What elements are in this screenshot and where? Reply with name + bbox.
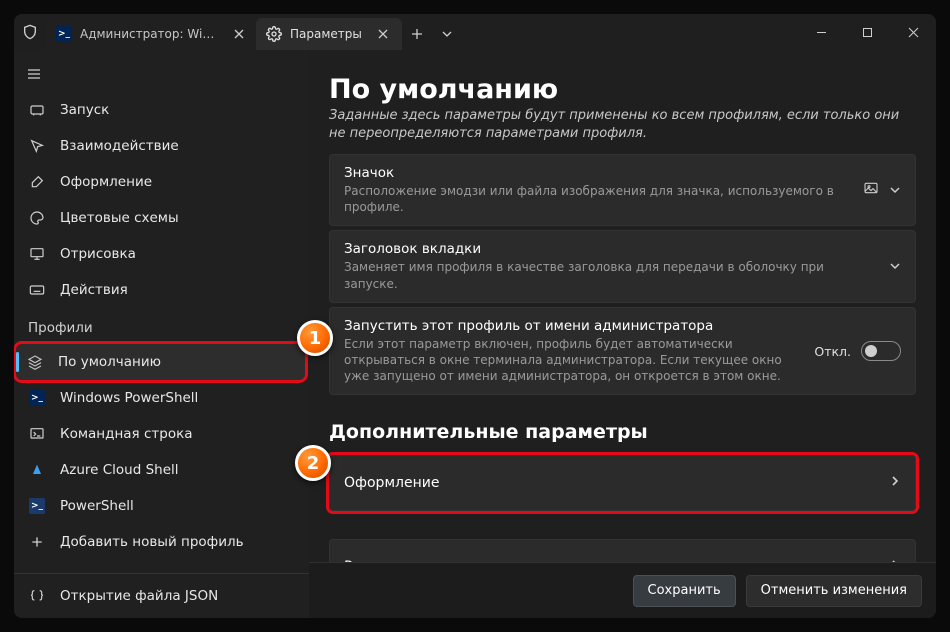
cursor-icon (28, 137, 46, 155)
row-label: Оформление (344, 475, 439, 491)
page-title: По умолчанию (329, 74, 916, 105)
brush-icon (28, 173, 46, 191)
sidebar-item-label: Добавить новый профиль (60, 534, 244, 550)
setting-title: Значок (344, 165, 851, 181)
sidebar-item-rendering[interactable]: Отрисовка (14, 236, 309, 272)
sidebar-profile-winps[interactable]: >_ Windows PowerShell (14, 380, 309, 416)
maximize-button[interactable] (844, 14, 890, 50)
setting-tab-title[interactable]: Заголовок вкладки Заменяет имя профиля в… (329, 230, 916, 302)
sidebar-item-label: Отрисовка (60, 246, 136, 262)
cmd-icon (28, 425, 46, 443)
keyboard-icon (28, 281, 46, 299)
image-icon (863, 180, 879, 200)
minimize-button[interactable] (798, 14, 844, 50)
chevron-down-icon (889, 257, 901, 276)
chevron-down-icon (889, 181, 901, 200)
tab-dropdown-button[interactable] (432, 19, 462, 49)
sidebar-item-actions[interactable]: Действия (14, 272, 309, 308)
setting-run-as-admin[interactable]: Запустить этот профиль от имени админист… (329, 307, 916, 396)
sidebar-profile-cmd[interactable]: Командная строка (14, 416, 309, 452)
sidebar-profile-defaults[interactable]: По умолчанию (16, 344, 305, 380)
sidebar-item-label: Действия (60, 282, 128, 298)
sidebar-item-appearance[interactable]: Оформление (14, 164, 309, 200)
braces-icon (28, 587, 46, 605)
sidebar-item-label: Открытие файла JSON (60, 588, 218, 604)
sidebar-item-label: Windows PowerShell (60, 390, 198, 406)
row-appearance[interactable]: Оформление (329, 455, 916, 511)
gear-icon (266, 26, 282, 42)
main-content: По умолчанию Заданные здесь параметры бу… (309, 50, 936, 618)
app-window: >_ Администратор: Windows Po Параметры (14, 14, 936, 618)
sidebar-item-label: Оформление (60, 174, 152, 190)
sidebar-item-label: PowerShell (60, 498, 134, 514)
tab-settings[interactable]: Параметры (256, 18, 402, 50)
sidebar-header-profiles: Профили (14, 312, 309, 344)
sidebar-profile-ps[interactable]: >_ PowerShell (14, 488, 309, 524)
sidebar-item-colorschemes[interactable]: Цветовые схемы (14, 200, 309, 236)
rocket-icon (28, 101, 46, 119)
app-body: Запуск Взаимодействие Оформление Цветовы… (14, 50, 936, 618)
setting-title: Запустить этот профиль от имени админист… (344, 318, 802, 334)
sidebar-item-label: Запуск (60, 102, 109, 118)
plus-icon (28, 533, 46, 551)
sidebar-profile-azure[interactable]: Azure Cloud Shell (14, 452, 309, 488)
row-advanced[interactable]: Расширенная (329, 539, 916, 562)
powershell-icon: >_ (28, 389, 46, 407)
sidebar-item-label: Azure Cloud Shell (60, 462, 179, 478)
tab-label: Параметры (290, 27, 362, 41)
setting-subtitle: Если этот параметр включен, профиль буде… (344, 336, 802, 385)
layers-icon (26, 353, 44, 371)
page-description: Заданные здесь параметры будут применены… (329, 107, 916, 142)
sidebar-item-label: Командная строка (60, 426, 193, 442)
tab-label: Администратор: Windows Po (80, 27, 220, 41)
sidebar-item-interaction[interactable]: Взаимодействие (14, 128, 309, 164)
tab-powershell[interactable]: >_ Администратор: Windows Po (46, 18, 256, 50)
close-window-button[interactable] (890, 14, 936, 50)
setting-title: Заголовок вкладки (344, 241, 877, 257)
new-tab-button[interactable] (402, 19, 432, 49)
annotation-1: 1 (297, 320, 333, 356)
sidebar-open-json[interactable]: Открытие файла JSON (14, 578, 309, 614)
footer-bar: Сохранить Отменить изменения (309, 562, 936, 618)
titlebar: >_ Администратор: Windows Po Параметры (14, 14, 936, 50)
sidebar-item-startup[interactable]: Запуск (14, 92, 309, 128)
sidebar-add-profile[interactable]: Добавить новый профиль (14, 524, 309, 560)
setting-icon[interactable]: Значок Расположение эмодзи или файла изо… (329, 154, 916, 226)
shield-icon (14, 24, 46, 40)
sidebar-item-label: По умолчанию (58, 354, 161, 370)
close-icon[interactable] (232, 25, 246, 43)
powershell-icon: >_ (28, 497, 46, 515)
annotation-2: 2 (295, 445, 331, 481)
chevron-right-icon (889, 475, 901, 491)
palette-icon (28, 209, 46, 227)
discard-button[interactable]: Отменить изменения (746, 575, 922, 607)
toggle-label: Откл. (814, 344, 851, 359)
save-button[interactable]: Сохранить (633, 575, 736, 607)
sidebar-item-label: Взаимодействие (60, 138, 179, 154)
hamburger-icon[interactable] (14, 56, 54, 92)
setting-subtitle: Заменяет имя профиля в качестве заголовк… (344, 259, 877, 291)
monitor-icon (28, 245, 46, 263)
setting-subtitle: Расположение эмодзи или файла изображени… (344, 183, 851, 215)
toggle-switch[interactable] (861, 341, 901, 361)
sidebar-item-label: Цветовые схемы (60, 210, 179, 226)
section-additional: Дополнительные параметры (329, 421, 916, 443)
sidebar: Запуск Взаимодействие Оформление Цветовы… (14, 50, 309, 618)
powershell-icon: >_ (56, 26, 72, 42)
azure-icon (28, 461, 46, 479)
window-controls (798, 14, 936, 50)
close-icon[interactable] (374, 25, 392, 43)
